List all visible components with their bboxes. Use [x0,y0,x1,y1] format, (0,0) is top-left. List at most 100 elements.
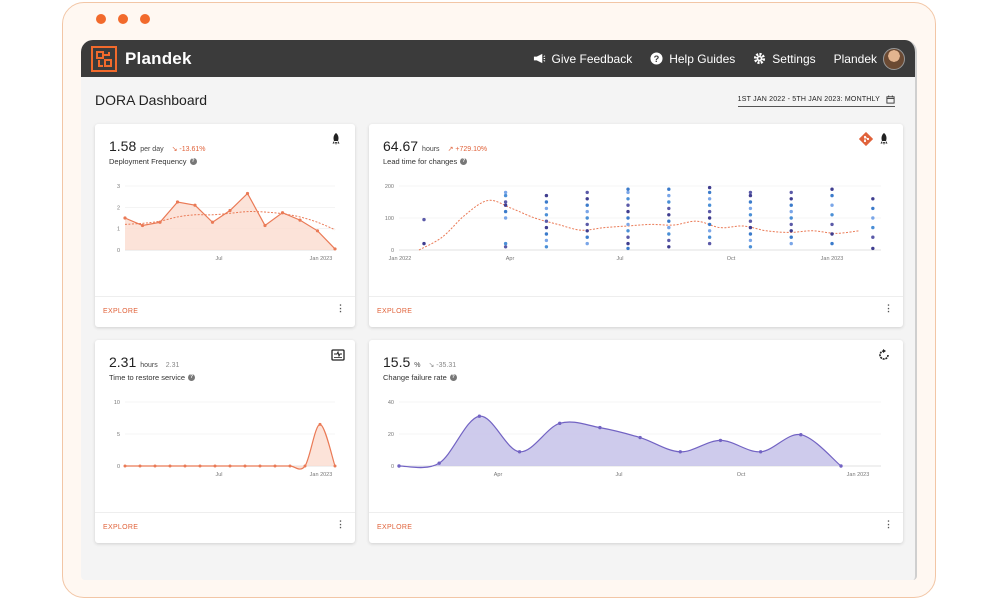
trend-line [418,199,860,251]
metric-unit: hours [422,146,440,153]
scatter-point [871,197,875,201]
data-point [123,216,127,220]
info-icon[interactable]: ? [188,374,195,381]
scatter-point [871,225,875,230]
scatter-point [707,235,712,239]
more-options-icon[interactable]: ⋮ [336,520,345,529]
data-point [333,464,337,468]
brand-name: Plandek [125,48,192,68]
nav-help-guides[interactable]: ? Help Guides [650,52,735,66]
rocket-icon[interactable] [329,132,343,146]
scatter-point [585,197,589,201]
rocket-icon[interactable] [877,132,891,146]
scatter-point [667,193,671,198]
more-options-icon[interactable]: ⋮ [884,520,893,529]
info-icon[interactable]: ? [189,158,197,165]
metric-label: Change failure rate ? [383,373,457,382]
scatter-point [503,209,508,214]
y-tick-label: 0 [117,248,120,254]
explore-link[interactable]: EXPLORE [377,524,412,531]
scatter-point [830,213,834,217]
metric: 1.58 per day ↘ -13.61% [109,138,206,154]
y-tick-label: 20 [388,432,394,438]
brand-logo[interactable]: Plandek [91,45,192,72]
metric-trend: 2.31 [165,362,180,369]
data-point [140,223,145,228]
metric-label-text: Lead time for changes [383,157,458,166]
scatter-point [667,238,671,243]
scatter-point [585,209,589,214]
scatter-point [789,235,793,239]
date-range-picker[interactable]: 1ST JAN 2022 - 5TH JAN 2023: MONTHLY [737,95,895,107]
card-time-to-restore: 2.31 hours 2.31 Time to restore service … [95,340,355,543]
nav-help-guides-label: Help Guides [669,51,736,66]
help-icon: ? [650,52,663,65]
nav-user-label: Plandek [833,51,877,66]
explore-link[interactable]: EXPLORE [103,308,138,315]
explore-link[interactable]: EXPLORE [377,308,412,315]
card-header: 15.5 % ↘ -35.31 Change failure rate ? [383,354,457,382]
data-point [210,220,215,224]
data-point [517,450,522,454]
scatter-point [626,190,630,195]
data-point [839,464,843,468]
deployment-frequency-chart: 0 1 2 3 Jul Jan 2023 [117,184,337,262]
x-tick-label: Jan 2023 [310,472,333,478]
window-dot[interactable] [96,14,106,24]
top-nav: Give Feedback ? Help Guides Settings Pla… [533,47,905,70]
window-dot[interactable] [118,14,128,24]
data-point [243,464,247,468]
y-tick-label: 0 [117,464,120,470]
x-tick-label: Jul [615,472,622,478]
app-window: Plandek Give Feedback ? Help Guides Sett… [81,40,917,580]
nav-give-feedback[interactable]: Give Feedback [533,52,632,66]
scatter-point [748,232,753,236]
avatar[interactable] [883,47,905,70]
scatter-point [626,216,630,220]
scatter-point [748,206,753,211]
scatter-point [544,219,549,223]
scatter-point [585,222,589,227]
data-point [598,425,602,430]
scatter-point [667,213,671,217]
card-deployment-frequency: 1.58 per day ↘ -13.61% Deployment Freque… [95,124,355,327]
scatter-point [585,241,589,246]
scatter-point [626,197,630,201]
scatter-point [667,225,671,230]
info-icon[interactable]: ? [449,374,457,381]
top-navigation-bar: Plandek Give Feedback ? Help Guides Sett… [81,40,915,77]
data-point [558,421,562,426]
calendar-icon [886,95,895,104]
card-divider [369,512,903,513]
git-icon[interactable] [859,132,873,146]
data-point [638,435,642,440]
nav-settings[interactable]: Settings [753,52,816,66]
data-point [175,200,180,204]
gear-icon [754,52,766,65]
more-options-icon[interactable]: ⋮ [336,304,345,313]
y-tick-label: 0 [391,248,394,254]
y-tick-label: 40 [388,400,394,406]
scatter-point [503,241,508,246]
nav-user[interactable]: Plandek [833,47,905,70]
scatter-point [748,238,753,243]
incident-icon[interactable] [331,348,345,362]
scatter-point [707,229,712,233]
scatter-point [748,193,753,198]
metric-label-text: Time to restore service [109,373,185,382]
info-icon[interactable]: ? [460,158,468,165]
window-dot[interactable] [140,14,150,24]
scatter-point [626,229,630,233]
explore-link[interactable]: EXPLORE [103,524,138,531]
x-tick-label: Jul [616,256,623,262]
refresh-icon[interactable] [877,348,891,362]
megaphone-icon [533,53,545,64]
card-divider [369,296,903,297]
scatter-point [707,209,712,214]
more-options-icon[interactable]: ⋮ [884,304,893,313]
data-point [718,438,723,443]
scatter-point [830,222,834,227]
scatter-point [585,229,589,233]
scatter-point [830,203,834,207]
data-point [263,223,267,228]
